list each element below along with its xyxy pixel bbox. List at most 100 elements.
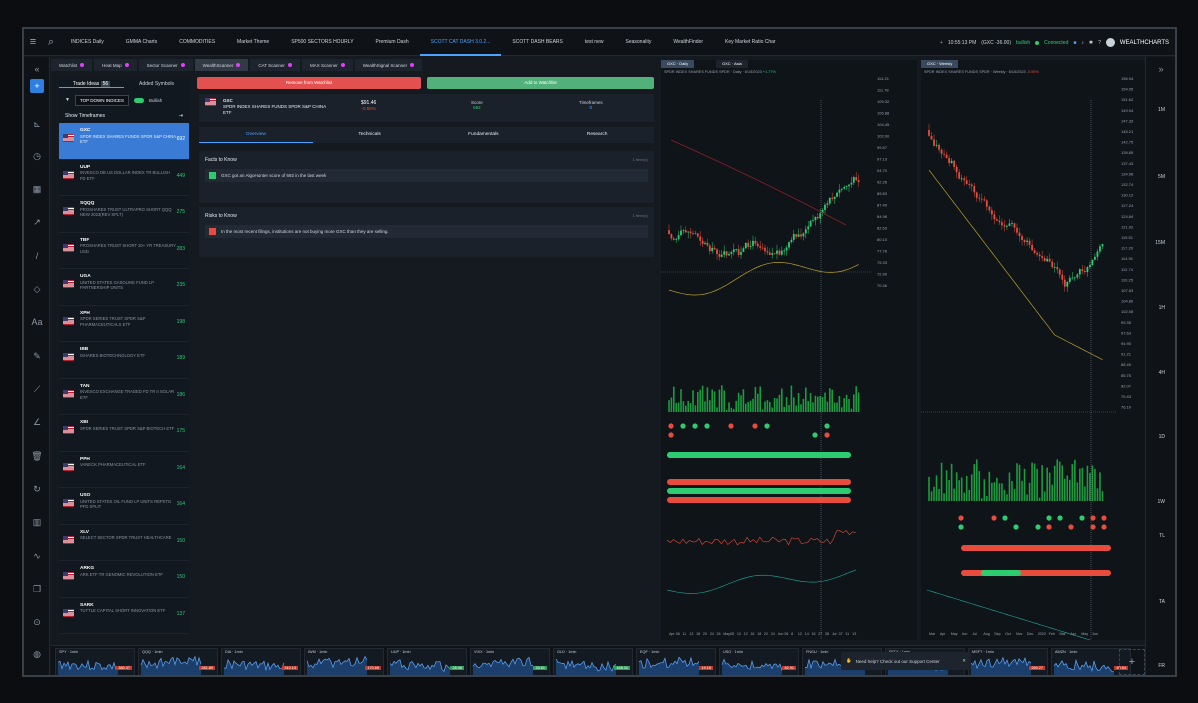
list-item[interactable]: GXC SPDR INDEX SHARES FUNDS SPDR S&P CHIN… [59,123,189,160]
clock-icon[interactable]: ◷ [30,149,44,163]
daily-chart[interactable]: GXC · Daily GXC · Asia SPDR INDEX SHARES… [661,60,917,640]
list-item[interactable]: ARKG ARK ETF TR GENOMIC REVOLUTION ETF 150 [59,561,189,598]
top-tab[interactable]: WealthFinder [662,29,714,56]
right-label-ta[interactable]: TA [1159,599,1165,605]
timeframe-3[interactable]: 1H [1159,305,1165,311]
tab-fundamentals[interactable]: Fundamentals [427,127,541,143]
list-item[interactable]: IBB ISHARES BIOTECHNOLOGY ETF 189 [59,342,189,379]
collapse-left-icon[interactable]: « [30,62,44,76]
copy-icon[interactable]: ❐ [30,582,44,596]
top-tab[interactable]: SP500 SECTORS HOURLY [280,29,364,56]
tab-research[interactable]: Research [540,127,654,143]
index-filter-select[interactable]: TOP DOWN INDICES [74,94,130,106]
list-item[interactable]: TAN INVESCO EXCHANGE TRADED FD TR II SOLA… [59,379,189,415]
tab-technicals[interactable]: Technicals [313,127,427,143]
add-watchlist-button[interactable]: Add to Watchlist [427,77,654,89]
avatar[interactable] [1105,38,1115,47]
add-icon[interactable]: + [30,79,44,93]
top-tab[interactable]: Premium Dash [365,29,420,56]
globe-icon[interactable]: ◍ [30,647,44,661]
subtab[interactable]: WealthSignal Scanner [354,59,423,71]
bell-icon[interactable]: ♪ [1081,40,1084,46]
top-tab[interactable]: SCOTT DASH BEARS [501,29,573,56]
timeframe-1[interactable]: 5M [1158,174,1165,180]
support-banner[interactable]: ✋ Need help? Check out our Support Cente… [841,652,971,670]
line-tool-icon[interactable]: / [30,249,44,263]
mini-chart[interactable]: GLD · 1min 168.31 [553,648,633,675]
angle-icon[interactable]: ∠ [30,415,44,429]
mini-chart[interactable]: DIA · 1min 310.13 [221,648,301,675]
search-icon[interactable]: ⌕ [42,36,60,49]
mini-chart[interactable]: IWM · 1min 170.69 [304,648,384,675]
right-label-fr[interactable]: FR [1158,663,1165,669]
target-icon[interactable]: ⊙ [30,615,44,629]
timeframe-6[interactable]: 1W [1158,499,1166,505]
list-item[interactable]: UUP INVESCO DB US DOLLAR INDEX TR BULLISH… [59,160,189,196]
top-tab[interactable]: SCOTT CAT DASH 3.0.2... [419,29,502,56]
top-tab[interactable]: COMMODITIES [168,29,226,56]
list-item[interactable]: USO UNITED STATES OIL FUND LP UNITS REPST… [59,488,189,525]
top-tab[interactable]: Key Market Ratio Char [714,29,787,56]
mini-chart[interactable]: USO · 1min 82.91 [719,648,799,675]
show-timeframes-label[interactable]: Show Timeframes [65,113,105,119]
timeframe-0[interactable]: 1M [1158,107,1165,113]
refresh-icon[interactable]: ↻ [30,482,44,496]
timeframe-5[interactable]: 1D [1159,434,1165,440]
list-item[interactable]: SARK TUTTLE CAPITAL SHORT INNOVATION ETF 1… [59,598,189,634]
tab-added-symbols[interactable]: Added Symbols [124,81,189,87]
list-item[interactable]: SQQQ PROSHARES TRUST ULTRAPRO SHORT QQQ N… [59,196,189,233]
bar-chart-icon[interactable]: ▥ [30,515,44,529]
mini-chart[interactable]: QQQ · 1min 281.89 [138,648,218,675]
subtab[interactable]: CAT Scanner [250,59,300,71]
add-tab-icon[interactable]: + [940,40,943,46]
gear-icon[interactable]: ✱ [1089,40,1093,46]
shape-tool-icon[interactable]: ◇ [30,282,44,296]
subtab[interactable]: WealthScanner [194,59,249,71]
daily-chart-canvas[interactable]: 114.21 111.78 109.32 106.88 104.45 102.00 99.5… [661,60,917,640]
list-item[interactable]: PPH VANECK PHARMACEUTICAL ETF 164 [59,452,189,488]
save-icon[interactable]: ■ [1073,40,1076,46]
chart-icon[interactable]: ⊾ [30,117,44,131]
top-tab[interactable]: Seasonality [614,29,662,56]
text-tool-icon[interactable]: Aa [30,315,44,329]
bullish-toggle[interactable] [134,97,145,103]
mini-chart[interactable]: EQF · 1min 19.15 [636,648,716,675]
help-icon[interactable]: ? [1098,40,1101,46]
add-mini-chart-button[interactable]: + [1119,649,1145,675]
top-tab[interactable]: INDICES Daily [60,29,115,56]
timeframe-4[interactable]: 4H [1159,370,1165,376]
tab-overview[interactable]: Overview [199,127,313,143]
weekly-chart-canvas[interactable]: 156.94 154.05 151.62 149.94 147.33 145.21 142.… [921,60,1146,640]
list-item[interactable]: XBI SPDR SERIES TRUST SPDR S&P BIOTECH ET… [59,415,189,452]
subtab[interactable]: MAX Scanner [301,59,353,71]
list-item[interactable]: UGA UNITED STATES GASOLINE FUND LP PARTNE… [59,269,189,306]
subtab[interactable]: Watchlist [51,59,93,71]
wave-icon[interactable]: ∿ [30,549,44,563]
mini-chart[interactable]: UUP · 1min 28.08 [387,648,467,675]
mini-chart[interactable]: SPY · 1min 380.37 [55,648,135,675]
top-tab[interactable]: Market Theme [226,29,280,56]
ruler-icon[interactable]: ⟋ [30,382,44,396]
mini-chart[interactable]: MSFT · 1min 260.27 [968,648,1048,675]
subtab[interactable]: Sector Scanner [138,59,193,71]
remove-watchlist-button[interactable]: Remove from Watchlist [197,77,421,89]
trash-icon[interactable]: 🗑 [30,449,44,463]
tab-trade-ideas[interactable]: Trade Ideas 56 [59,80,124,88]
list-item[interactable]: XPH SPDR SERIES TRUST SPDR S&P PHARMACEUT… [59,306,189,342]
timeframe-2[interactable]: 15M [1155,240,1165,246]
menu-icon[interactable]: ≡ [24,36,42,48]
trend-icon[interactable]: ↗ [30,215,44,229]
calendar-icon[interactable]: ▦ [30,182,44,196]
close-icon[interactable]: ✕ [962,658,966,664]
mini-chart[interactable]: VIXX · 1min 33.61 [470,648,550,675]
top-tab[interactable]: GMMA Charts [115,29,168,56]
subtab[interactable]: Heat Map [94,59,137,71]
weekly-chart[interactable]: GXC · Weekly SPDR INDEX SHARES FUNDS SPD… [921,60,1146,640]
filter-icon[interactable]: ▼ [65,97,70,103]
collapse-right-icon[interactable]: » [1154,62,1168,76]
list-item[interactable]: XLV SELECT SECTOR SPDR TRUST HEALTHCARE 15… [59,525,189,561]
pencil-icon[interactable]: ✎ [30,349,44,363]
top-tab[interactable]: test new [574,29,615,56]
right-label-tl[interactable]: TL [1159,533,1165,539]
expand-icon[interactable]: ⇥ [179,113,183,119]
